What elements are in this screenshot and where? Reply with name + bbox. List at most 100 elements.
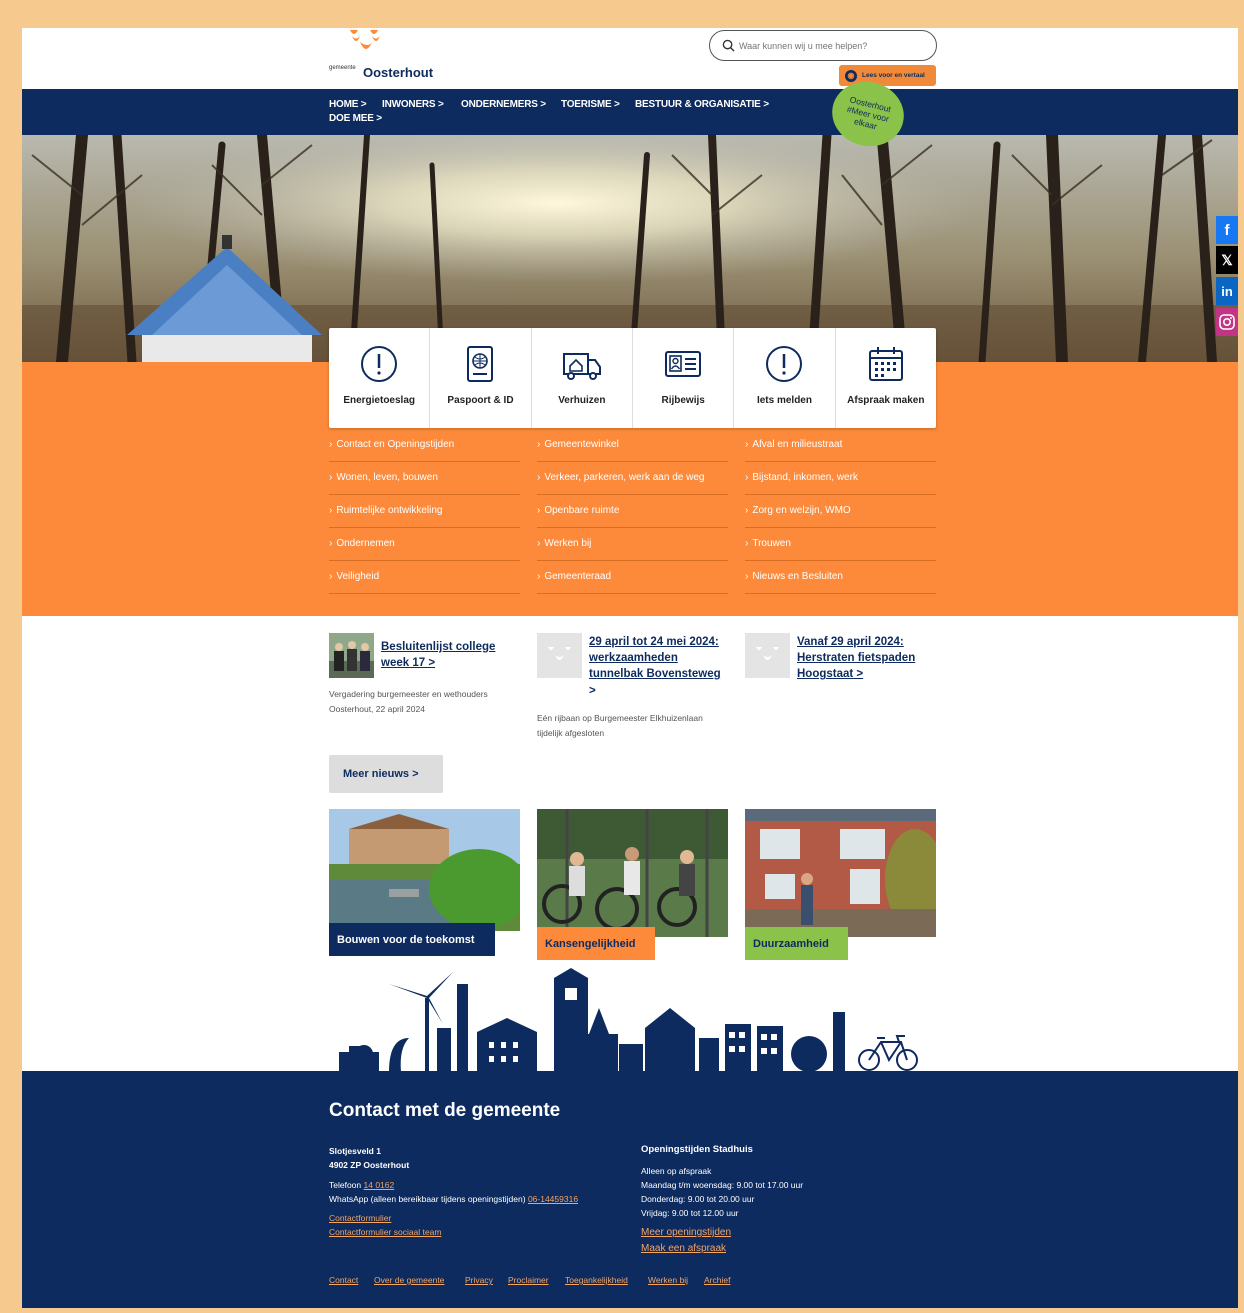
card-label-duurzaamheid[interactable]: Duurzaamheid <box>745 927 848 960</box>
search-box[interactable] <box>709 30 937 61</box>
page-frame: gemeente Oosterhout ◉ Lees voor en verta… <box>22 28 1238 1308</box>
phone-label: Telefoon <box>329 1180 362 1190</box>
footer-link-proclaimer[interactable]: Proclaimer <box>508 1275 549 1285</box>
more-news-button[interactable]: Meer nieuws > <box>329 755 443 793</box>
news-description: Eén rijbaan op Burgemeester Elkhuizenlaa… <box>537 713 703 723</box>
tile-label: Verhuizen <box>558 395 606 406</box>
link-werken-bij[interactable]: › Werken bij <box>537 528 728 561</box>
x-icon[interactable]: 𝕏 <box>1216 246 1238 274</box>
tile-label: Afspraak maken <box>847 395 925 406</box>
news-title[interactable]: Vanaf 29 april 2024: <box>797 634 904 650</box>
news-description: Vergadering burgemeester en wethouders <box>329 689 488 699</box>
news-photo[interactable] <box>329 633 374 678</box>
drivers-license-icon <box>665 351 702 377</box>
footer-link-werken-bij[interactable]: Werken bij <box>648 1275 688 1285</box>
link-verkeer[interactable]: › Verkeer, parkeren, werk aan de weg <box>537 462 728 495</box>
hours-line: Donderdag: 9.00 tot 20.00 uur <box>641 1194 755 1204</box>
search-input[interactable] <box>739 37 924 55</box>
phone-link[interactable]: 14 0162 <box>364 1180 395 1190</box>
link-gemeentewinkel[interactable]: › Gemeentewinkel <box>537 429 728 462</box>
linkedin-icon[interactable]: in <box>1216 277 1238 305</box>
news-title[interactable]: > <box>589 683 596 699</box>
nav-inwoners[interactable]: INWONERS > <box>382 99 444 110</box>
facebook-icon[interactable]: f <box>1216 216 1238 244</box>
nav-toerisme[interactable]: TOERISME > <box>561 99 620 110</box>
news-title[interactable]: tunnelbak Bovensteweg <box>589 666 721 682</box>
news-description: Oosterhout, 22 april 2024 <box>329 704 425 714</box>
tile-iets-melden[interactable]: Iets melden <box>734 328 836 428</box>
link-contact[interactable]: › Contact en Openingstijden <box>329 429 520 462</box>
skyline-illustration <box>339 968 918 1072</box>
link-ondernemen[interactable]: › Ondernemen <box>329 528 520 561</box>
link-wonen[interactable]: › Wonen, leven, bouwen <box>329 462 520 495</box>
tile-label: Rijbewijs <box>661 395 705 406</box>
link-ruimtelijke[interactable]: › Ruimtelijke ontwikkeling <box>329 495 520 528</box>
contact-form-social-link[interactable]: Contactformulier sociaal team <box>329 1227 441 1237</box>
logo-drops-icon[interactable] <box>348 28 388 60</box>
tile-label: Energietoeslag <box>343 395 416 406</box>
news-title[interactable]: 29 april tot 24 mei 2024: <box>589 634 719 650</box>
tile-label: Paspoort & ID <box>447 395 514 406</box>
speaker-icon: ◉ <box>845 69 857 82</box>
tile-afspraak-maken[interactable]: Afspraak maken <box>836 328 936 428</box>
news-placeholder-icon[interactable] <box>537 633 582 678</box>
address-line: Slotjesveld 1 <box>329 1146 381 1156</box>
news-title[interactable]: Hoogstaat > <box>797 666 863 682</box>
card-image-duurzaamheid[interactable] <box>745 809 936 937</box>
card-label-bouwen[interactable]: Bouwen voor de toekomst <box>329 923 495 956</box>
news-title[interactable]: Besluitenlijst college <box>381 639 495 655</box>
alert-icon <box>361 346 398 382</box>
nav-ondernemers[interactable]: ONDERNEMERS > <box>461 99 546 110</box>
news-title[interactable]: Herstraten fietspaden <box>797 650 915 666</box>
nav-home[interactable]: HOME > <box>329 99 367 110</box>
whatsapp-line: WhatsApp (alleen bereikbaar tijdens open… <box>329 1192 578 1206</box>
tile-label: Iets melden <box>756 395 812 406</box>
readspeaker-label: Lees voor en vertaal <box>862 72 925 79</box>
contact-form-link[interactable]: Contactformulier <box>329 1213 391 1223</box>
link-zorg[interactable]: › Zorg en welzijn, WMO <box>745 495 936 528</box>
more-hours-link[interactable]: Meer openingstijden <box>641 1227 731 1238</box>
main-nav: HOME > INWONERS > ONDERNEMERS > TOERISME… <box>22 89 1238 135</box>
footer <box>22 1071 1238 1308</box>
nav-doe-mee[interactable]: DOE MEE > <box>329 113 382 124</box>
whatsapp-link[interactable]: 06-14459316 <box>528 1194 578 1204</box>
footer-link-contact[interactable]: Contact <box>329 1275 358 1285</box>
link-openbare-ruimte[interactable]: › Openbare ruimte <box>537 495 728 528</box>
tile-paspoort[interactable]: Paspoort & ID <box>430 328 532 428</box>
instagram-icon[interactable] <box>1216 308 1238 336</box>
search-icon <box>722 39 735 52</box>
nav-bestuur[interactable]: BESTUUR & ORGANISATIE > <box>635 99 769 110</box>
footer-link-privacy[interactable]: Privacy <box>465 1275 493 1285</box>
tile-verhuizen[interactable]: Verhuizen <box>532 328 633 428</box>
link-afval[interactable]: › Afval en milieustraat <box>745 429 936 462</box>
card-image-bouwen[interactable] <box>329 809 520 931</box>
hours-line: Alleen op afspraak <box>641 1166 712 1176</box>
tile-energietoeslag[interactable]: Energietoeslag <box>329 328 431 428</box>
news-placeholder-icon[interactable] <box>745 633 790 678</box>
card-image-kansengelijkheid[interactable] <box>537 809 728 937</box>
footer-link-archief[interactable]: Archief <box>704 1275 730 1285</box>
link-bijstand[interactable]: › Bijstand, inkomen, werk <box>745 462 936 495</box>
footer-link-toegankelijkheid[interactable]: Toegankelijkheid <box>565 1275 628 1285</box>
link-trouwen[interactable]: › Trouwen <box>745 528 936 561</box>
hours-line: Vrijdag: 9.00 tot 12.00 uur <box>641 1208 739 1218</box>
link-nieuws[interactable]: › Nieuws en Besluiten <box>745 561 936 594</box>
logo-name[interactable]: Oosterhout <box>363 65 433 80</box>
whatsapp-label: WhatsApp (alleen bereikbaar tijdens open… <box>329 1194 526 1204</box>
footer-heading: Contact met de gemeente <box>329 1100 561 1121</box>
quick-tiles: Energietoeslag Paspoort & ID Verhuizen R… <box>329 328 936 428</box>
hours-line: Maandag t/m woensdag: 9.00 tot 17.00 uur <box>641 1180 804 1190</box>
link-gemeenteraad[interactable]: › Gemeenteraad <box>537 561 728 594</box>
phone-line: Telefoon 14 0162 <box>329 1178 394 1192</box>
news-title[interactable]: week 17 > <box>381 655 435 671</box>
hours-title: Openingstijden Stadhuis <box>641 1144 753 1155</box>
calendar-icon <box>868 347 903 381</box>
footer-link-over[interactable]: Over de gemeente <box>374 1275 444 1285</box>
tile-rijbewijs[interactable]: Rijbewijs <box>633 328 735 428</box>
passport-icon <box>467 346 494 382</box>
logo-gemeente-text: gemeente <box>329 65 356 71</box>
card-label-kansengelijkheid[interactable]: Kansengelijkheid <box>537 927 655 960</box>
make-appointment-link[interactable]: Maak een afspraak <box>641 1243 726 1254</box>
news-title[interactable]: werkzaamheden <box>589 650 678 666</box>
link-veiligheid[interactable]: › Veiligheid <box>329 561 520 594</box>
